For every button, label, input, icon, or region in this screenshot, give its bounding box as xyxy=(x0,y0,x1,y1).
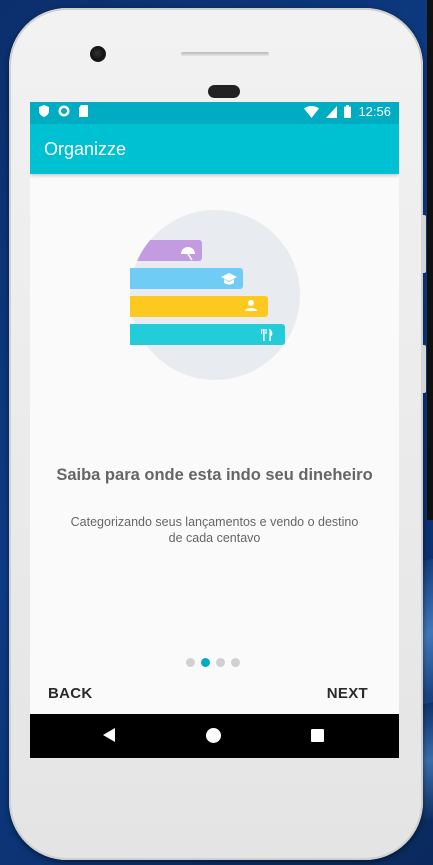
page-dot[interactable] xyxy=(186,658,195,667)
app-title: Organizze xyxy=(44,139,127,159)
onboarding-headline: Saiba para onde esta indo seu dineheiro xyxy=(56,466,373,484)
page-dot-active[interactable] xyxy=(201,658,210,667)
page-dot[interactable] xyxy=(216,658,225,667)
page-indicator xyxy=(186,658,240,667)
wifi-icon xyxy=(304,105,320,118)
yellow-category-bar xyxy=(130,296,268,317)
circle-icon xyxy=(58,105,70,117)
back-triangle-icon[interactable] xyxy=(103,728,115,742)
phone-screen: 12:56 Organizze Saiba para onde esta ind… xyxy=(30,102,399,758)
recents-square-icon[interactable] xyxy=(311,729,324,742)
background-window-edge xyxy=(427,0,433,520)
illustration-circle xyxy=(130,210,300,380)
signal-icon xyxy=(326,105,338,118)
battery-icon xyxy=(344,105,352,118)
page-dot[interactable] xyxy=(231,658,240,667)
status-bar: 12:56 xyxy=(30,102,399,124)
teal-category-bar xyxy=(130,324,285,345)
front-camera xyxy=(90,46,106,62)
status-time: 12:56 xyxy=(358,104,391,119)
volume-button xyxy=(421,215,426,273)
back-button[interactable]: BACK xyxy=(48,685,93,702)
onboarding-subtitle: Categorizando seus lançamentos e vendo o… xyxy=(70,515,359,545)
power-button xyxy=(421,345,426,393)
categories-illustration xyxy=(130,210,300,380)
app-bar: Organizze xyxy=(30,124,399,174)
next-button[interactable]: NEXT xyxy=(327,685,368,702)
speaker-grille xyxy=(181,52,269,56)
sd-card-icon xyxy=(79,105,88,117)
home-circle-icon[interactable] xyxy=(206,728,221,743)
system-navigation-bar xyxy=(30,714,399,758)
shield-icon xyxy=(39,105,49,117)
earpiece xyxy=(208,85,240,98)
